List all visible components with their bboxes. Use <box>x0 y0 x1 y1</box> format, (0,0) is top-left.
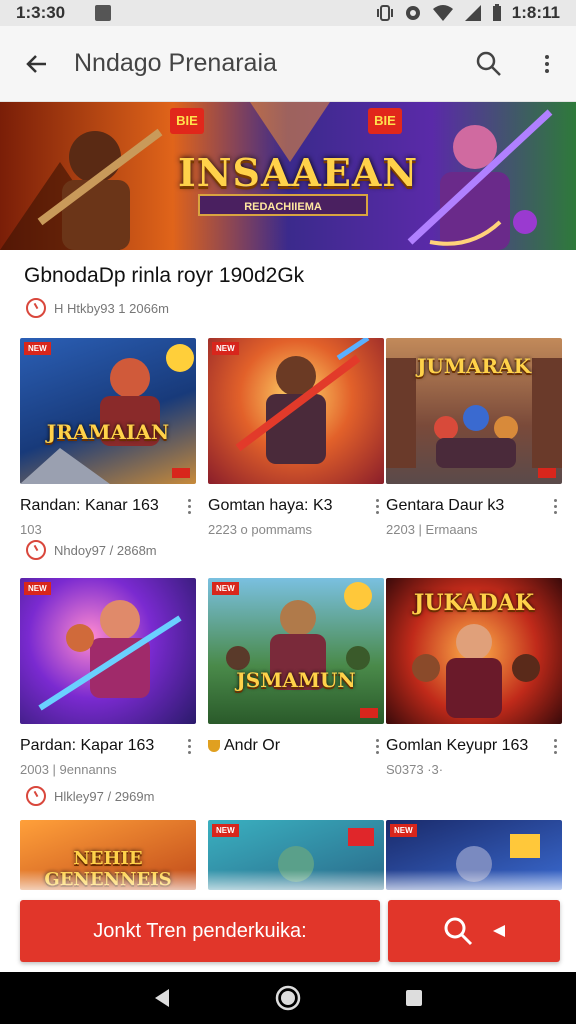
back-button[interactable] <box>0 26 74 102</box>
game-subtitle: 103 <box>20 522 42 537</box>
game-thumbnail: NEW JSMAMUN <box>208 578 384 724</box>
corner-badge <box>172 468 190 478</box>
hero-badge-left: BIE <box>170 108 204 134</box>
hero-badge-right: BIE <box>368 108 402 134</box>
hero-banner[interactable]: BIE BIE INSAAEAN REDACHIIEMA <box>0 102 576 250</box>
game-subtitle: 2223 o pommams <box>208 522 313 537</box>
more-vert-icon[interactable] <box>370 496 384 516</box>
game-logo: JRAMAIAN <box>46 420 170 444</box>
more-vert-icon <box>540 54 554 74</box>
sync-icon <box>405 6 420 20</box>
new-badge: NEW <box>212 582 239 595</box>
section-meta: H Htkby93 1 2066m <box>26 298 169 318</box>
thumb-art <box>38 600 182 711</box>
search-action-button[interactable] <box>388 900 560 962</box>
game-title: Andr Or <box>224 737 281 754</box>
search-icon <box>444 917 473 946</box>
status-clock-right: 1:8:11 <box>511 3 560 22</box>
more-vert-icon[interactable] <box>548 736 562 756</box>
search-button[interactable] <box>460 26 518 102</box>
game-thumbnail: NEW <box>208 338 384 484</box>
game-title-row: Andr Or <box>208 736 384 756</box>
row-meta: Hlkley97 / 2969m <box>26 786 154 806</box>
game-title-row: Randan: Kanar 163 <box>20 496 196 516</box>
more-vert-icon[interactable] <box>182 496 196 516</box>
game-title: Gomlan Keyupr 163 <box>386 737 529 754</box>
send-icon <box>493 925 505 937</box>
game-title: Gomtan haya: K3 <box>208 497 333 514</box>
clock-icon <box>26 540 46 560</box>
game-thumbnail: NEW <box>20 578 196 724</box>
game-subtitle: 2203 | Ermaans <box>386 522 478 537</box>
game-title-row: Gomtan haya: K3 <box>208 496 384 516</box>
clock-icon <box>26 786 46 806</box>
row-meta: Nhdoy97 / 2868m <box>26 540 157 560</box>
row-meta-text: Hlkley97 / 2969m <box>54 788 155 804</box>
arrow-left-icon <box>26 54 46 73</box>
corner-badge <box>538 468 556 478</box>
game-thumbnail: JUMARAK <box>386 338 562 484</box>
new-badge: NEW <box>212 342 239 355</box>
game-title-row: Gomlan Keyupr 163 <box>386 736 562 756</box>
search-icon <box>476 51 501 76</box>
battery-icon <box>492 4 501 21</box>
hero-subtitle: REDACHIIEMA <box>198 194 368 216</box>
new-badge: NEW <box>24 342 51 355</box>
game-subtitle: 2003 | 9ennanns <box>20 762 117 777</box>
back-nav-icon[interactable] <box>151 987 173 1009</box>
home-nav-icon[interactable] <box>275 985 301 1011</box>
corner-badge <box>360 708 378 718</box>
bottom-actions: Jonkt Tren penderkuika: <box>20 900 560 962</box>
thumb-art <box>235 338 370 464</box>
game-logo: JUMARAK <box>416 354 532 378</box>
signal-icon <box>464 5 481 21</box>
more-vert-icon[interactable] <box>548 496 562 516</box>
game-subtitle: S0373 ·3· <box>386 762 444 777</box>
vibrate-icon <box>376 5 393 21</box>
notification-icon <box>95 5 112 21</box>
wifi-icon <box>432 5 453 21</box>
app-bar: Nndago Prenaraia <box>0 26 576 102</box>
row-meta-text: Nhdoy97 / 2868m <box>54 542 157 558</box>
game-title-row: Gentara Daur k3 <box>386 496 562 516</box>
shield-icon <box>208 740 220 752</box>
game-logo: JUKADAK <box>413 590 535 616</box>
more-vert-icon[interactable] <box>182 736 196 756</box>
game-title: Randan: Kanar 163 <box>20 497 159 514</box>
game-card[interactable]: JUKADAK Gomlan Keyupr 163 S0373 ·3· <box>386 578 562 777</box>
game-card[interactable]: JUMARAK Gentara Daur k3 2203 | Ermaans <box>386 338 562 537</box>
thumb-art <box>226 582 372 690</box>
status-bar: 1:3:30 1:8:11 <box>0 0 576 26</box>
recents-nav-icon[interactable] <box>403 987 425 1009</box>
status-time: 1:3:30 <box>16 3 66 22</box>
primary-action-button[interactable]: Jonkt Tren penderkuika: <box>20 900 380 962</box>
game-card[interactable]: NEW Pardan: Kapar 163 2003 | 9ennanns <box>20 578 196 777</box>
game-card[interactable]: NEW JSMAMUN Andr Or <box>208 578 384 762</box>
system-nav-bar <box>0 972 576 1024</box>
game-logo: JSMAMUN <box>236 668 356 692</box>
primary-action-label: Jonkt Tren penderkuika: <box>93 919 307 942</box>
status-icons: 1:8:11 <box>376 3 560 23</box>
more-vert-icon[interactable] <box>370 736 384 756</box>
hero-title: INSAAEAN <box>178 150 419 195</box>
thumb-art <box>20 344 194 484</box>
game-thumbnail: NEW JRAMAIAN <box>20 338 196 484</box>
new-badge: NEW <box>24 582 51 595</box>
game-title: Gentara Daur k3 <box>386 497 505 514</box>
game-card[interactable]: NEW JRAMAIAN Randan: Kanar 163 103 <box>20 338 196 537</box>
clock-icon <box>26 298 46 318</box>
game-title-row: Pardan: Kapar 163 <box>20 736 196 756</box>
scroll-fade <box>0 870 576 900</box>
game-card[interactable]: NEW Gomtan haya: K3 2223 o pommams <box>208 338 384 537</box>
game-thumbnail: JUKADAK <box>386 578 562 724</box>
game-title: Pardan: Kapar 163 <box>20 737 155 754</box>
section-title: GbnodaDp rinla royr 190d2Gk <box>24 264 305 287</box>
section-meta-text: H Htkby93 1 2066m <box>54 300 169 316</box>
page-title: Nndago Prenaraia <box>74 49 277 77</box>
overflow-menu-button[interactable] <box>518 26 576 102</box>
